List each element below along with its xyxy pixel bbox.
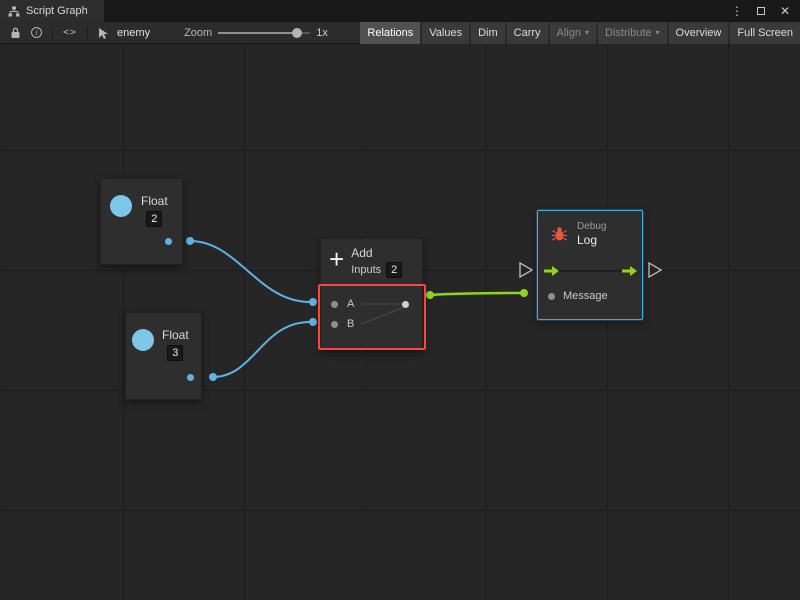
align-button[interactable]: Align ▾ — [550, 22, 596, 44]
inputs-label: Inputs — [351, 264, 381, 276]
graph-canvas[interactable]: Float 2 Float 3 + Add — [0, 44, 800, 600]
values-button[interactable]: Values — [422, 22, 469, 44]
tab-script-graph[interactable]: Script Graph — [0, 0, 104, 22]
zoom-label: Zoom — [184, 27, 212, 39]
maximize-icon[interactable] — [755, 7, 767, 15]
graph-pointer-icon — [98, 27, 109, 39]
float-node-1[interactable]: Float 2 — [100, 178, 183, 265]
tab-label: Script Graph — [26, 5, 88, 17]
kebab-menu-icon[interactable]: ⋮ — [731, 4, 743, 18]
flow-in-arrow-icon[interactable] — [544, 265, 560, 277]
toolbar: i <> enemy Zoom 1x Relations Values Dim … — [0, 22, 800, 44]
script-graph-window: Script Graph ⋮ ✕ i <> enemy Zoom — [0, 0, 800, 600]
inputs-count-field[interactable]: 2 — [386, 262, 402, 278]
wire-add-to-debug-message[interactable] — [430, 293, 522, 295]
float-output-port[interactable] — [187, 374, 194, 381]
carry-button[interactable]: Carry — [507, 22, 548, 44]
overview-button[interactable]: Overview — [669, 22, 729, 44]
chevron-down-icon: ▾ — [585, 28, 589, 37]
message-label: Message — [563, 290, 608, 302]
message-input-port[interactable] — [548, 293, 555, 300]
flow-output-port[interactable] — [649, 263, 661, 277]
node-category: Debug — [577, 221, 606, 232]
add-node[interactable]: + Add Inputs 2 A — [320, 238, 423, 350]
graph-icon — [8, 6, 20, 17]
distribute-label: Distribute — [605, 27, 651, 39]
dim-button[interactable]: Dim — [471, 22, 505, 44]
node-title: Add — [351, 246, 402, 260]
wire-endpoint[interactable] — [309, 318, 317, 326]
fullscreen-button[interactable]: Full Screen — [730, 22, 800, 44]
toolbar-buttons: Relations Values Dim Carry Align ▾ Distr… — [358, 22, 800, 44]
wire-endpoint[interactable] — [426, 291, 434, 299]
wire-endpoint[interactable] — [186, 237, 194, 245]
flow-out-arrow-icon[interactable] — [622, 265, 638, 277]
titlebar: Script Graph ⋮ ✕ — [0, 0, 800, 22]
relations-button[interactable]: Relations — [360, 22, 420, 44]
flow-input-port[interactable] — [520, 263, 532, 277]
zoom-slider-handle[interactable] — [292, 28, 302, 38]
toolbar-divider — [87, 26, 88, 40]
toolbar-divider — [52, 26, 53, 40]
wire-endpoint[interactable] — [309, 298, 317, 306]
chevron-down-icon: ▾ — [656, 28, 660, 37]
float-output-port[interactable] — [165, 238, 172, 245]
float-value-field[interactable]: 2 — [146, 211, 162, 227]
zoom-slider[interactable] — [218, 27, 310, 39]
node-title: Log — [577, 233, 606, 247]
wire-float1-to-add-a[interactable] — [190, 241, 310, 302]
zoom-slider-fill — [218, 32, 296, 34]
float-value-field[interactable]: 3 — [167, 345, 183, 361]
node-title: Float — [141, 194, 168, 208]
lock-icon[interactable] — [10, 27, 21, 39]
graph-breadcrumb[interactable]: enemy — [117, 27, 150, 39]
wire-endpoint[interactable] — [520, 289, 528, 297]
float-type-icon — [110, 195, 132, 217]
flow-line — [553, 270, 625, 272]
wire-endpoint[interactable] — [209, 373, 217, 381]
node-title: Float — [162, 328, 189, 342]
distribute-button[interactable]: Distribute ▾ — [598, 22, 666, 44]
bug-icon — [551, 226, 568, 242]
flow-row — [538, 263, 642, 279]
wire-float2-to-add-b[interactable] — [213, 322, 310, 377]
zoom-value: 1x — [316, 27, 328, 39]
align-label: Align — [557, 27, 581, 39]
float-node-2[interactable]: Float 3 — [125, 312, 202, 400]
code-icon[interactable]: <> — [63, 27, 77, 38]
plus-icon: + — [329, 245, 344, 278]
debug-log-node[interactable]: Debug Log Message — [537, 210, 643, 320]
float-type-icon — [132, 329, 154, 351]
selection-highlight — [318, 284, 426, 350]
info-icon[interactable]: i — [31, 27, 42, 38]
message-port-row[interactable]: Message — [548, 290, 608, 302]
close-icon[interactable]: ✕ — [779, 4, 791, 18]
